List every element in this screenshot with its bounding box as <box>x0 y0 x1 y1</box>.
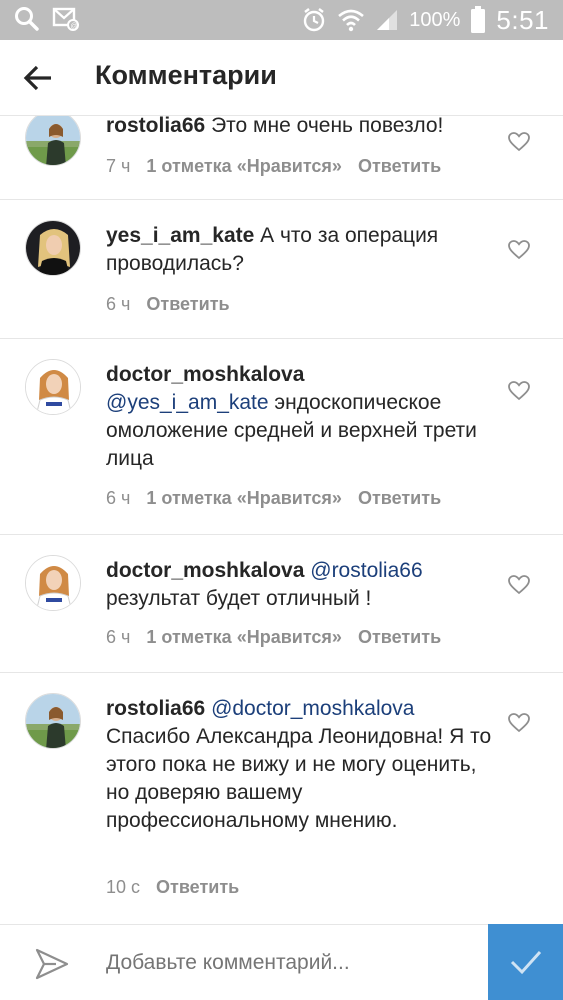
avatar[interactable] <box>25 220 81 276</box>
avatar-image <box>26 360 80 414</box>
avatar[interactable] <box>25 693 81 749</box>
comment-meta: 6 ч 1 отметка «Нравится» Ответить <box>106 488 441 509</box>
comment-username[interactable]: yes_i_am_kate <box>106 224 254 247</box>
comment-body: rostolia66 Это мне очень повезло! <box>106 116 496 140</box>
avatar-image <box>26 694 80 748</box>
comment-meta: 10 с Ответить <box>106 877 239 898</box>
heart-icon[interactable] <box>508 381 530 401</box>
comment-item: yes_i_am_kate А что за операция проводил… <box>0 200 563 339</box>
reply-button[interactable]: Ответить <box>146 294 229 315</box>
comment-username[interactable]: rostolia66 <box>106 697 205 720</box>
comment-meta: 7 ч 1 отметка «Нравится» Ответить <box>106 156 441 177</box>
comment-time: 10 с <box>106 877 141 897</box>
message-notification-icon: @ <box>52 7 79 31</box>
comment-username[interactable]: doctor_moshkalova <box>106 361 496 389</box>
comment-likes[interactable]: 1 отметка «Нравится» <box>146 488 342 509</box>
alarm-icon <box>304 8 325 32</box>
search-icon <box>15 7 39 31</box>
comment-username[interactable]: doctor_moshkalova <box>106 559 304 582</box>
avatar-image <box>26 116 80 165</box>
page-title: Комментарии <box>95 60 277 90</box>
battery-percent: 100% <box>409 8 461 31</box>
heart-icon[interactable] <box>508 132 530 152</box>
comment-meta: 6 ч 1 отметка «Нравится» Ответить <box>106 627 441 648</box>
avatar[interactable] <box>25 116 81 166</box>
post-comment-button[interactable] <box>488 924 563 1000</box>
reply-button[interactable]: Ответить <box>358 627 441 648</box>
comment-item: doctor_moshkalova @rostolia66 результат … <box>0 535 563 673</box>
comment-item: doctor_moshkalova @yes_i_am_kate эндоско… <box>0 339 563 535</box>
comment-text: результат будет отличный ! <box>106 587 372 610</box>
battery-icon <box>471 6 486 33</box>
comment-time: 7 ч <box>106 156 131 176</box>
status-bar: @ 100% 5:51 <box>0 0 563 40</box>
signal-icon <box>377 10 398 30</box>
svg-text:@: @ <box>71 23 78 30</box>
comment-time: 6 ч <box>106 627 131 647</box>
comment-likes[interactable]: 1 отметка «Нравится» <box>146 156 342 177</box>
comment-item: rostolia66 Это мне очень повезло! 7 ч 1 … <box>0 116 563 200</box>
avatar[interactable] <box>25 359 81 415</box>
comments-list[interactable]: rostolia66 Это мне очень повезло! 7 ч 1 … <box>0 116 563 924</box>
comment-username[interactable]: rostolia66 <box>106 116 205 137</box>
app-bar: Комментарии <box>0 40 563 116</box>
comment-composer <box>0 924 563 1000</box>
comment-input[interactable] <box>106 951 476 975</box>
checkmark-icon <box>510 950 541 975</box>
reply-button[interactable]: Ответить <box>358 488 441 509</box>
heart-icon[interactable] <box>508 713 530 733</box>
clock: 5:51 <box>496 4 549 35</box>
send-icon[interactable] <box>34 947 70 981</box>
wifi-icon <box>338 9 365 32</box>
comment-text: Спасибо Александра Леонидовна! Я то этог… <box>106 725 492 832</box>
comment-mention[interactable]: @yes_i_am_kate <box>106 391 269 414</box>
comment-body: doctor_moshkalova @yes_i_am_kate эндоско… <box>106 361 496 473</box>
avatar[interactable] <box>25 555 81 611</box>
reply-button[interactable]: Ответить <box>156 877 239 898</box>
avatar-image <box>26 556 80 610</box>
avatar-image <box>26 221 80 275</box>
comment-body: rostolia66 @doctor_moshkalova Спасибо Ал… <box>106 695 496 835</box>
comment-mention[interactable]: @doctor_moshkalova <box>211 697 414 720</box>
comment-mention[interactable]: @rostolia66 <box>310 559 422 582</box>
comment-text: Это мне очень повезло! <box>211 116 444 137</box>
reply-button[interactable]: Ответить <box>358 156 441 177</box>
comment-time: 6 ч <box>106 294 131 314</box>
heart-icon[interactable] <box>508 240 530 260</box>
heart-icon[interactable] <box>508 575 530 595</box>
comment-body: yes_i_am_kate А что за операция проводил… <box>106 222 496 278</box>
comment-body: doctor_moshkalova @rostolia66 результат … <box>106 557 496 613</box>
comment-likes[interactable]: 1 отметка «Нравится» <box>146 627 342 648</box>
arrow-left-icon <box>23 65 51 91</box>
status-bar-left: @ <box>14 6 80 32</box>
back-button[interactable] <box>20 60 56 96</box>
comment-item: rostolia66 @doctor_moshkalova Спасибо Ал… <box>0 673 563 924</box>
comment-meta: 6 ч Ответить <box>106 294 230 315</box>
status-bar-right: 100% 5:51 <box>301 4 549 36</box>
comment-time: 6 ч <box>106 488 131 508</box>
